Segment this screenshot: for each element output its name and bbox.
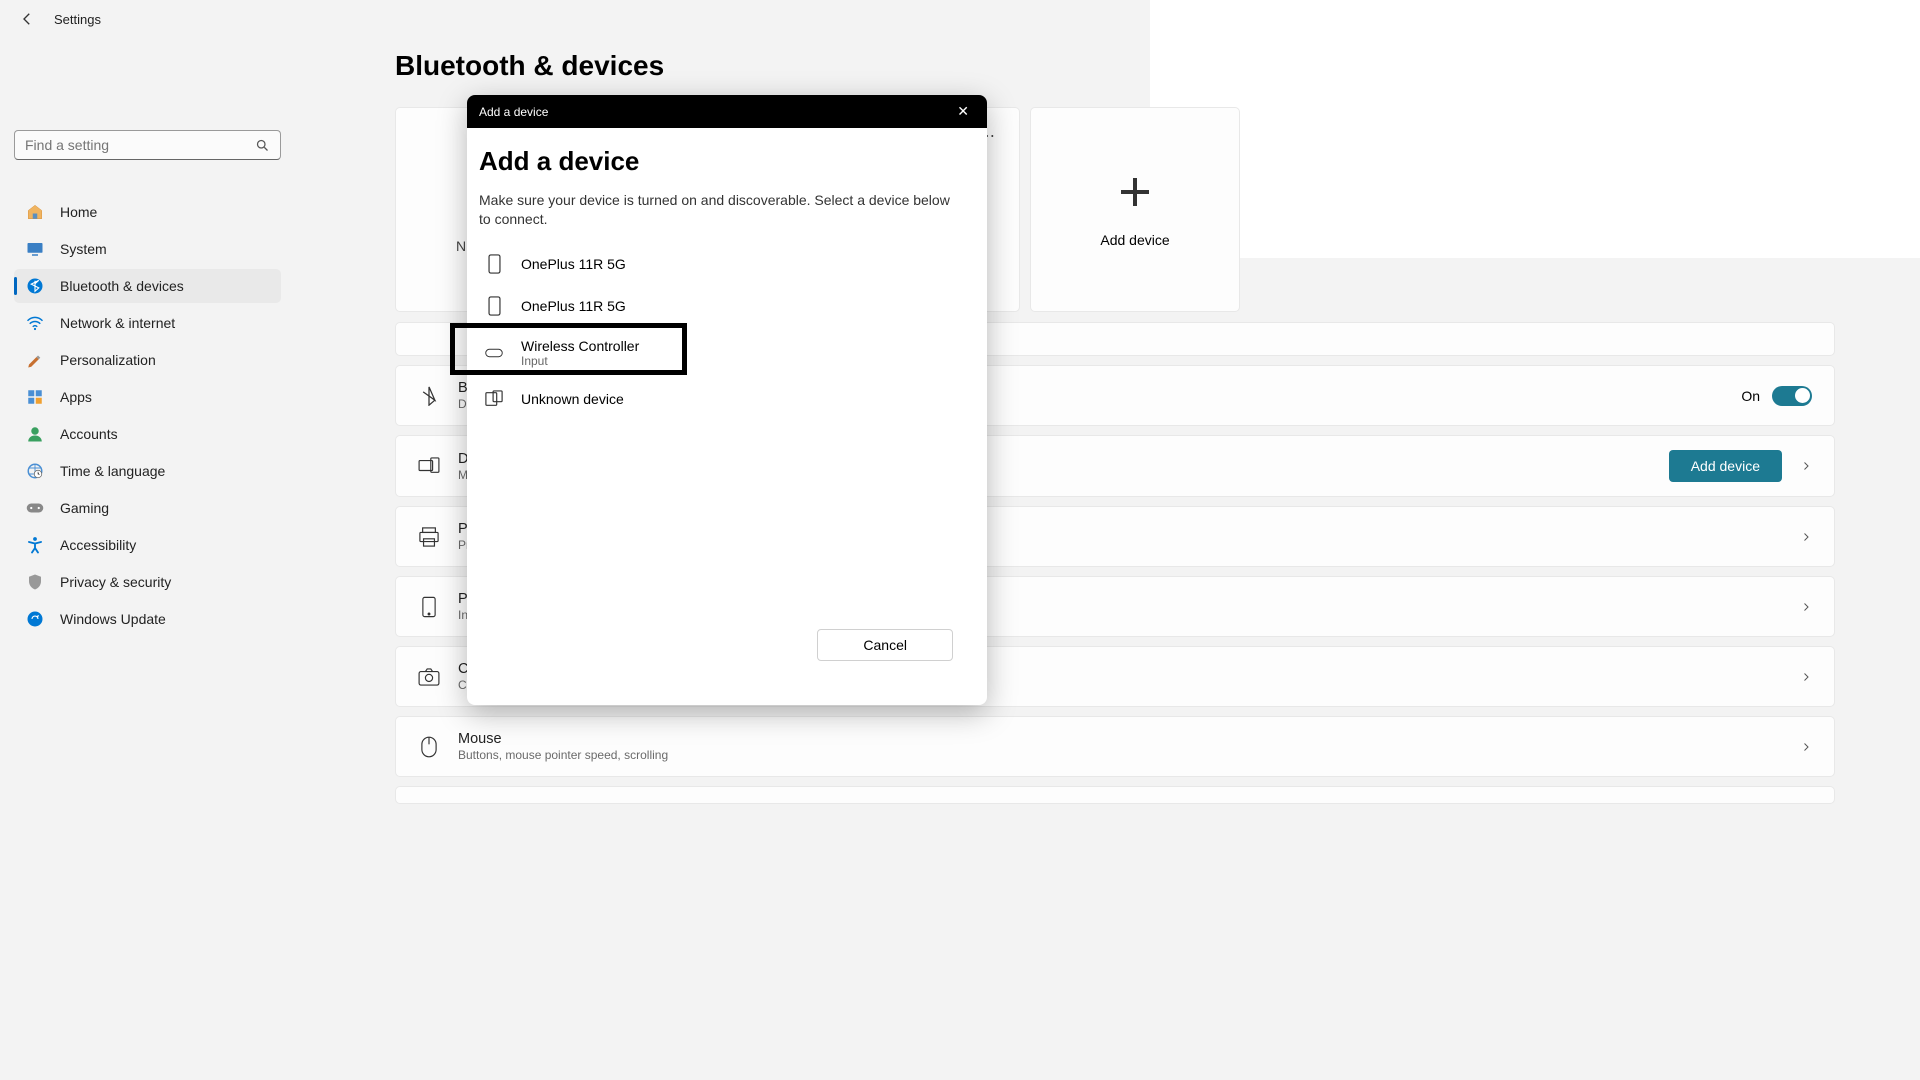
app-title: Settings [54, 12, 101, 27]
sidebar-item-time[interactable]: Time & language [14, 454, 281, 488]
device-item-oneplus[interactable]: OnePlus 11R 5G [479, 285, 975, 327]
search-field[interactable] [25, 137, 255, 153]
sidebar-item-bluetooth[interactable]: Bluetooth & devices [14, 269, 281, 303]
devices-icon [418, 455, 440, 477]
sidebar-item-system[interactable]: System [14, 232, 281, 266]
unknown-device-icon [485, 390, 503, 408]
row-title: Mouse [458, 731, 1782, 747]
update-icon [26, 610, 44, 628]
home-icon [26, 203, 44, 221]
sidebar-item-accessibility[interactable]: Accessibility [14, 528, 281, 562]
phone-icon [485, 296, 503, 316]
sidebar-item-home[interactable]: Home [14, 195, 281, 229]
printer-icon [418, 526, 440, 548]
sidebar-item-label: Apps [60, 389, 92, 405]
brush-icon [26, 351, 44, 369]
add-device-button[interactable]: Add device [1669, 450, 1782, 482]
sidebar-item-apps[interactable]: Apps [14, 380, 281, 414]
camera-icon [418, 666, 440, 688]
sidebar-item-label: Time & language [60, 463, 165, 479]
mouse-row[interactable]: Mouse Buttons, mouse pointer speed, scro… [395, 716, 1835, 777]
controller-icon [485, 346, 503, 360]
bluetooth-icon [418, 385, 440, 407]
dialog-description: Make sure your device is turned on and d… [479, 191, 975, 229]
globe-icon [26, 462, 44, 480]
phone-icon [485, 254, 503, 274]
sidebar-item-label: Bluetooth & devices [60, 278, 184, 294]
device-name: Wireless Controller [521, 338, 639, 354]
device-item-controller[interactable]: Wireless Controller Input [479, 327, 975, 379]
page-title: Bluetooth & devices [395, 50, 1835, 82]
sidebar-item-label: Privacy & security [60, 574, 171, 590]
sidebar-item-network[interactable]: Network & internet [14, 306, 281, 340]
bluetooth-icon [26, 277, 44, 295]
shield-icon [26, 573, 44, 591]
chevron-right-icon [1800, 531, 1812, 543]
sidebar-item-label: System [60, 241, 107, 257]
plus-icon [1115, 172, 1155, 212]
gamepad-icon [26, 499, 44, 517]
device-item-unknown[interactable]: Unknown device [479, 379, 975, 419]
system-icon [26, 240, 44, 258]
wifi-icon [26, 314, 44, 332]
partial-row[interactable] [395, 786, 1835, 804]
sidebar-item-label: Accessibility [60, 537, 136, 553]
apps-icon [26, 388, 44, 406]
toggle-label: On [1741, 388, 1760, 404]
sidebar-item-label: Network & internet [60, 315, 175, 331]
device-item-oneplus[interactable]: OnePlus 11R 5G [479, 243, 975, 285]
add-device-dialog: Add a device ✕ Add a device Make sure yo… [467, 95, 987, 705]
device-name: OnePlus 11R 5G [521, 256, 626, 272]
device-name: Unknown device [521, 391, 624, 407]
phone-icon [418, 596, 440, 618]
sidebar-item-personalization[interactable]: Personalization [14, 343, 281, 377]
device-card-letter: N [456, 238, 466, 254]
sidebar-item-label: Personalization [60, 352, 156, 368]
cancel-button[interactable]: Cancel [817, 629, 953, 661]
add-card-label: Add device [1100, 232, 1169, 248]
person-icon [26, 425, 44, 443]
sidebar-item-privacy[interactable]: Privacy & security [14, 565, 281, 599]
chevron-right-icon [1800, 460, 1812, 472]
mouse-icon [418, 736, 440, 758]
bluetooth-toggle[interactable] [1772, 386, 1812, 406]
sidebar-item-gaming[interactable]: Gaming [14, 491, 281, 525]
dialog-heading: Add a device [479, 146, 975, 177]
dialog-titlebar-text: Add a device [479, 105, 548, 119]
sidebar-item-label: Home [60, 204, 97, 220]
accessibility-icon [26, 536, 44, 554]
back-icon[interactable] [18, 10, 36, 28]
search-input[interactable] [14, 130, 281, 160]
search-icon [255, 138, 270, 153]
row-sub: Buttons, mouse pointer speed, scrolling [458, 748, 1782, 762]
add-device-card[interactable]: Add device [1030, 107, 1240, 312]
chevron-right-icon [1800, 741, 1812, 753]
sidebar-item-accounts[interactable]: Accounts [14, 417, 281, 451]
device-name: OnePlus 11R 5G [521, 298, 626, 314]
sidebar-item-label: Windows Update [60, 611, 166, 627]
sidebar-item-label: Accounts [60, 426, 118, 442]
chevron-right-icon [1800, 671, 1812, 683]
device-sub: Input [521, 354, 639, 368]
chevron-right-icon [1800, 601, 1812, 613]
sidebar-item-update[interactable]: Windows Update [14, 602, 281, 636]
close-icon[interactable]: ✕ [951, 101, 975, 122]
sidebar-item-label: Gaming [60, 500, 109, 516]
